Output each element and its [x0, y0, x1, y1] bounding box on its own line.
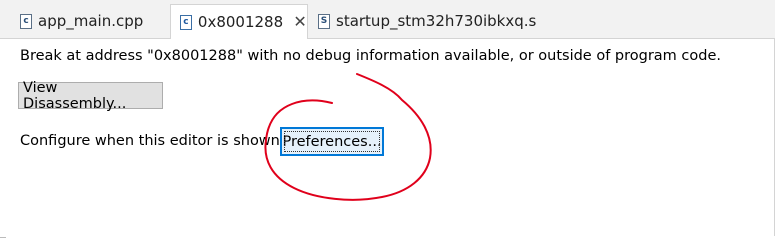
- tab-startup-stm32[interactable]: S startup_stm32h730ibkxq.s: [308, 4, 538, 38]
- c-file-icon: c: [180, 14, 192, 30]
- tab-0x8001288[interactable]: c 0x8001288 ✕: [170, 4, 308, 39]
- tab-label: startup_stm32h730ibkxq.s: [336, 12, 537, 30]
- configure-label: Configure when this editor is shown: [20, 133, 280, 149]
- break-message: Break at address "0x8001288" with no deb…: [20, 48, 721, 64]
- s-file-icon: S: [318, 13, 330, 29]
- cpp-file-icon: c: [20, 13, 32, 29]
- view-disassembly-button[interactable]: View Disassembly...: [18, 79, 163, 112]
- close-icon[interactable]: ✕: [293, 14, 307, 30]
- editor-tab-bar: c app_main.cpp c 0x8001288 ✕ S startup_s…: [0, 0, 775, 39]
- editor-bottom-edge: [0, 237, 6, 238]
- tab-label: 0x8001288: [197, 13, 284, 31]
- preferences-button[interactable]: Preferences...: [280, 127, 384, 156]
- view-disassembly-label: View Disassembly...: [23, 79, 127, 112]
- editor-window: c app_main.cpp c 0x8001288 ✕ S startup_s…: [0, 0, 775, 240]
- tab-label: app_main.cpp: [38, 12, 144, 30]
- focus-ring: [284, 131, 380, 152]
- tab-app-main-cpp[interactable]: c app_main.cpp: [14, 4, 171, 38]
